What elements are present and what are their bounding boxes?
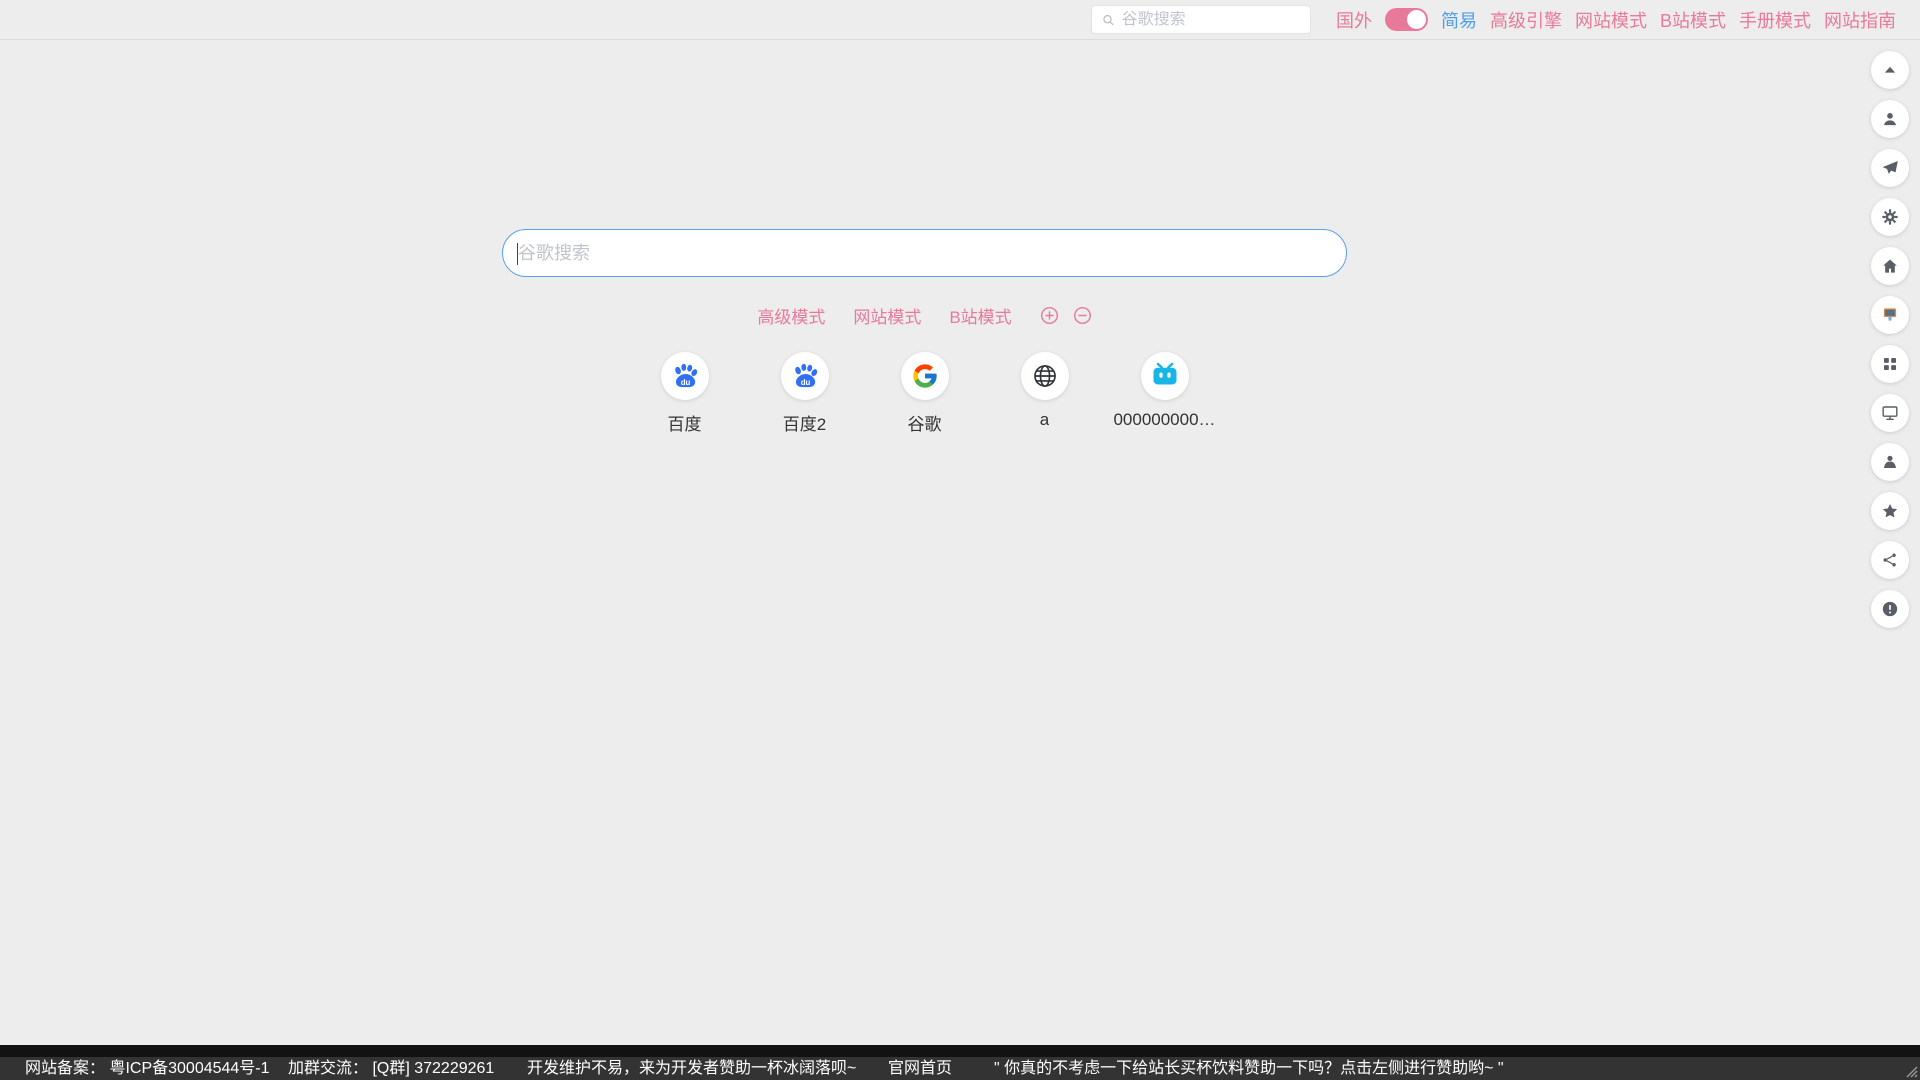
settings-button[interactable]	[1871, 198, 1909, 236]
engine-edit-group	[1040, 306, 1092, 325]
footer-bar: 网站备案： 粤ICP备30004544号-1 加群交流： [Q群] 372229…	[0, 1045, 1920, 1080]
home-button[interactable]	[1871, 247, 1909, 285]
site-icon-circle	[1141, 352, 1189, 400]
mode-link-site[interactable]: 网站模式	[853, 303, 921, 328]
main-search-box[interactable]	[502, 229, 1347, 277]
toggle-knob	[1407, 10, 1426, 29]
main-search-input[interactable]	[518, 243, 1305, 264]
site-item-baidu[interactable]: du 百度	[625, 352, 745, 435]
baidu-paw-icon: du	[670, 361, 700, 391]
site-icon-circle	[901, 352, 949, 400]
sponsor-quote-text: " 你真的不考虑一下给站长买杯饮料赞助一下吗？点击左侧进行赞助哟~ "	[994, 1057, 1504, 1080]
qq-group-text: 加群交流： [Q群] 372229261	[288, 1057, 494, 1080]
resize-grip[interactable]	[1903, 1063, 1918, 1078]
topbar-link-site-mode[interactable]: 网站模式	[1575, 7, 1647, 33]
official-home-link[interactable]: 官网首页	[888, 1057, 952, 1080]
mode-links-row: 高级模式 网站模式 B站模式	[502, 304, 1347, 326]
topbar: 国外 简易 高级引擎 网站模式 B站模式 手册模式 网站指南	[0, 0, 1920, 40]
person-icon	[1880, 452, 1900, 472]
paper-plane-icon	[1880, 158, 1900, 178]
beian-text: 网站备案： 粤ICP备30004544号-1	[25, 1057, 270, 1080]
profile-button[interactable]	[1871, 443, 1909, 481]
theme-skin-button[interactable]	[1871, 296, 1909, 334]
engine-shortcuts-row: du 百度 du 百度2	[502, 352, 1347, 435]
share-button[interactable]	[1871, 541, 1909, 579]
favorites-button[interactable]	[1871, 492, 1909, 530]
bilibili-tv-icon	[1150, 361, 1180, 391]
apps-grid-button[interactable]	[1871, 345, 1909, 383]
google-g-icon	[911, 362, 939, 390]
topbar-link-bilibili-mode[interactable]: B站模式	[1660, 7, 1726, 33]
main-content: 高级模式 网站模式 B站模式	[502, 229, 1347, 435]
alert-icon	[1880, 599, 1900, 619]
site-icon-circle	[1021, 352, 1069, 400]
site-label: 谷歌	[908, 410, 942, 435]
svg-text:du: du	[800, 378, 810, 387]
home-icon	[1880, 256, 1900, 276]
globe-icon	[1031, 362, 1059, 390]
topbar-search-box[interactable]	[1091, 5, 1311, 34]
svg-text:du: du	[680, 378, 690, 387]
user-icon	[1880, 109, 1900, 129]
donate-text: 开发维护不易，来为开发者赞助一杯冰阔落呗~	[527, 1057, 856, 1080]
overseas-toggle-label: 国外	[1336, 7, 1372, 33]
share-icon	[1880, 550, 1900, 570]
site-item-baidu2[interactable]: du 百度2	[745, 352, 865, 435]
site-label: 百度	[668, 410, 702, 435]
topbar-link-manual-mode[interactable]: 手册模式	[1739, 7, 1811, 33]
gear-icon	[1880, 207, 1900, 227]
mode-link-advanced[interactable]: 高级模式	[757, 303, 825, 328]
user-button[interactable]	[1871, 100, 1909, 138]
back-to-top-button[interactable]	[1871, 51, 1909, 89]
site-label: 百度2	[783, 410, 826, 435]
site-item-bilibili[interactable]: 000000000…	[1105, 352, 1225, 435]
add-engine-button[interactable]	[1040, 306, 1059, 325]
search-icon	[1102, 13, 1115, 27]
caret-up-icon	[1880, 60, 1900, 80]
baidu-paw-icon: du	[790, 361, 820, 391]
site-item-a[interactable]: a	[985, 352, 1105, 435]
star-icon	[1880, 501, 1900, 521]
topbar-link-site-guide[interactable]: 网站指南	[1824, 7, 1896, 33]
paint-roller-icon	[1880, 305, 1900, 325]
mode-link-bilibili[interactable]: B站模式	[949, 303, 1011, 328]
about-alert-button[interactable]	[1871, 590, 1909, 628]
site-icon-circle: du	[661, 352, 709, 400]
topbar-search-input[interactable]	[1122, 11, 1300, 29]
grid-icon	[1880, 354, 1900, 374]
site-item-google[interactable]: 谷歌	[865, 352, 985, 435]
circle-minus-icon	[1073, 306, 1092, 325]
send-feedback-button[interactable]	[1871, 149, 1909, 187]
floating-sidebar	[1871, 51, 1909, 628]
site-label: a	[1040, 410, 1049, 430]
remove-engine-button[interactable]	[1073, 306, 1092, 325]
topbar-link-advanced-engine[interactable]: 高级引擎	[1490, 7, 1562, 33]
circle-plus-icon	[1040, 306, 1059, 325]
monitor-icon	[1880, 403, 1900, 423]
display-mode-button[interactable]	[1871, 394, 1909, 432]
text-caret	[517, 243, 518, 265]
overseas-toggle[interactable]	[1385, 8, 1428, 31]
topbar-link-simple-mode[interactable]: 简易	[1441, 7, 1477, 33]
site-icon-circle: du	[781, 352, 829, 400]
site-label: 000000000…	[1113, 410, 1215, 430]
